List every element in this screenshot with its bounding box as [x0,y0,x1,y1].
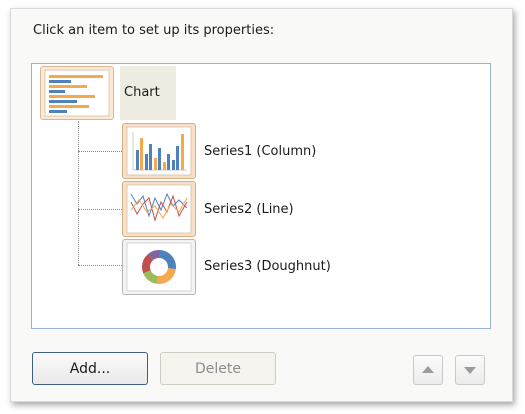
arrow-up-icon [422,366,434,373]
instruction-label: Click an item to set up its properties: [33,23,275,38]
arrow-down-icon [464,367,476,374]
move-down-button[interactable] [455,355,485,385]
add-button[interactable]: Add... [32,352,148,385]
tree-connector-vertical [78,121,79,265]
series-dialog-panel: Click an item to set up its properties: [10,8,513,402]
delete-button[interactable]: Delete [160,352,276,385]
bar-chart-thumbnail-icon [40,66,114,120]
series-tree[interactable]: Chart Series1 (Column) Series2 (Line) Se… [31,63,491,329]
column-chart-thumbnail-icon [122,123,196,179]
tree-node-chart-label: Chart [124,85,160,100]
tree-node-series2-label: Series2 (Line) [204,202,294,217]
line-chart-thumbnail-icon [122,181,196,237]
tree-connector-series1 [78,151,122,152]
tree-connector-series3 [78,265,122,266]
tree-node-series1-label: Series1 (Column) [204,144,317,159]
tree-node-series3-label: Series3 (Doughnut) [204,259,331,274]
move-up-button[interactable] [413,355,443,385]
tree-connector-series2 [78,209,122,210]
doughnut-chart-thumbnail-icon [122,239,196,295]
